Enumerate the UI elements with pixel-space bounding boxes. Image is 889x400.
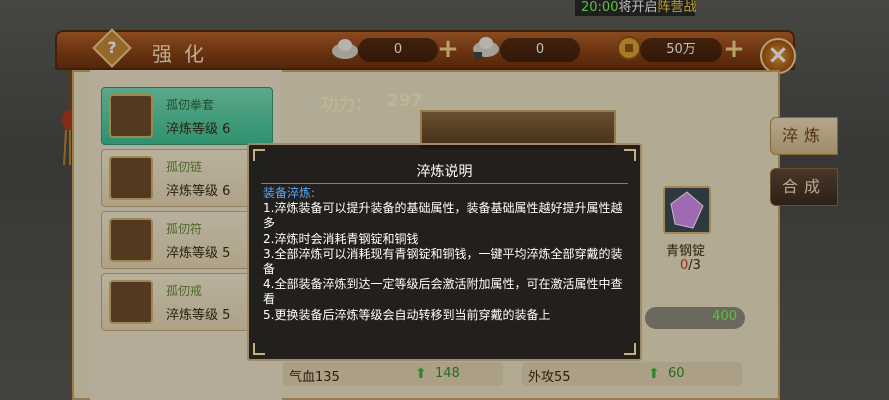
dialog-corner <box>624 149 636 161</box>
dialog-line: 5.更换装备后淬炼等级会自动转移到当前穿戴的装备上 <box>263 307 551 322</box>
game-screen: 20:00将开启阵营战 强化 ? 0 + 0 50万 + × 孤仞拳套 淬炼等级… <box>0 0 889 400</box>
dialog-title: 淬炼说明 <box>416 164 473 180</box>
refine-help-dialog: 淬炼说明 装备淬炼: 1.淬炼装备可以提升装备的基础属性，装备基础属性越好提升属… <box>247 143 642 361</box>
dialog-corner <box>253 149 265 161</box>
dialog-line: 4.全部装备淬炼到达一定等级后会激活附加属性，可在激活属性中查看 <box>263 277 623 307</box>
dialog-corner <box>624 343 636 355</box>
dialog-subtitle: 装备淬炼: <box>263 186 316 200</box>
dialog-body: 装备淬炼: 1.淬炼装备可以提升装备的基础属性，装备基础属性越好提升属性越多 2… <box>263 186 633 323</box>
dialog-line: 2.淬炼时会消耗青钢锭和铜钱 <box>263 231 419 246</box>
dialog-corner <box>253 343 265 355</box>
dialog-line: 3.全部淬炼可以消耗现有青钢锭和铜钱，一键平均淬炼全部穿戴的装备 <box>263 246 623 277</box>
dialog-line: 1.淬炼装备可以提升装备的基础属性，装备基础属性越好提升属性越多 <box>263 201 623 231</box>
dialog-divider <box>261 183 628 184</box>
